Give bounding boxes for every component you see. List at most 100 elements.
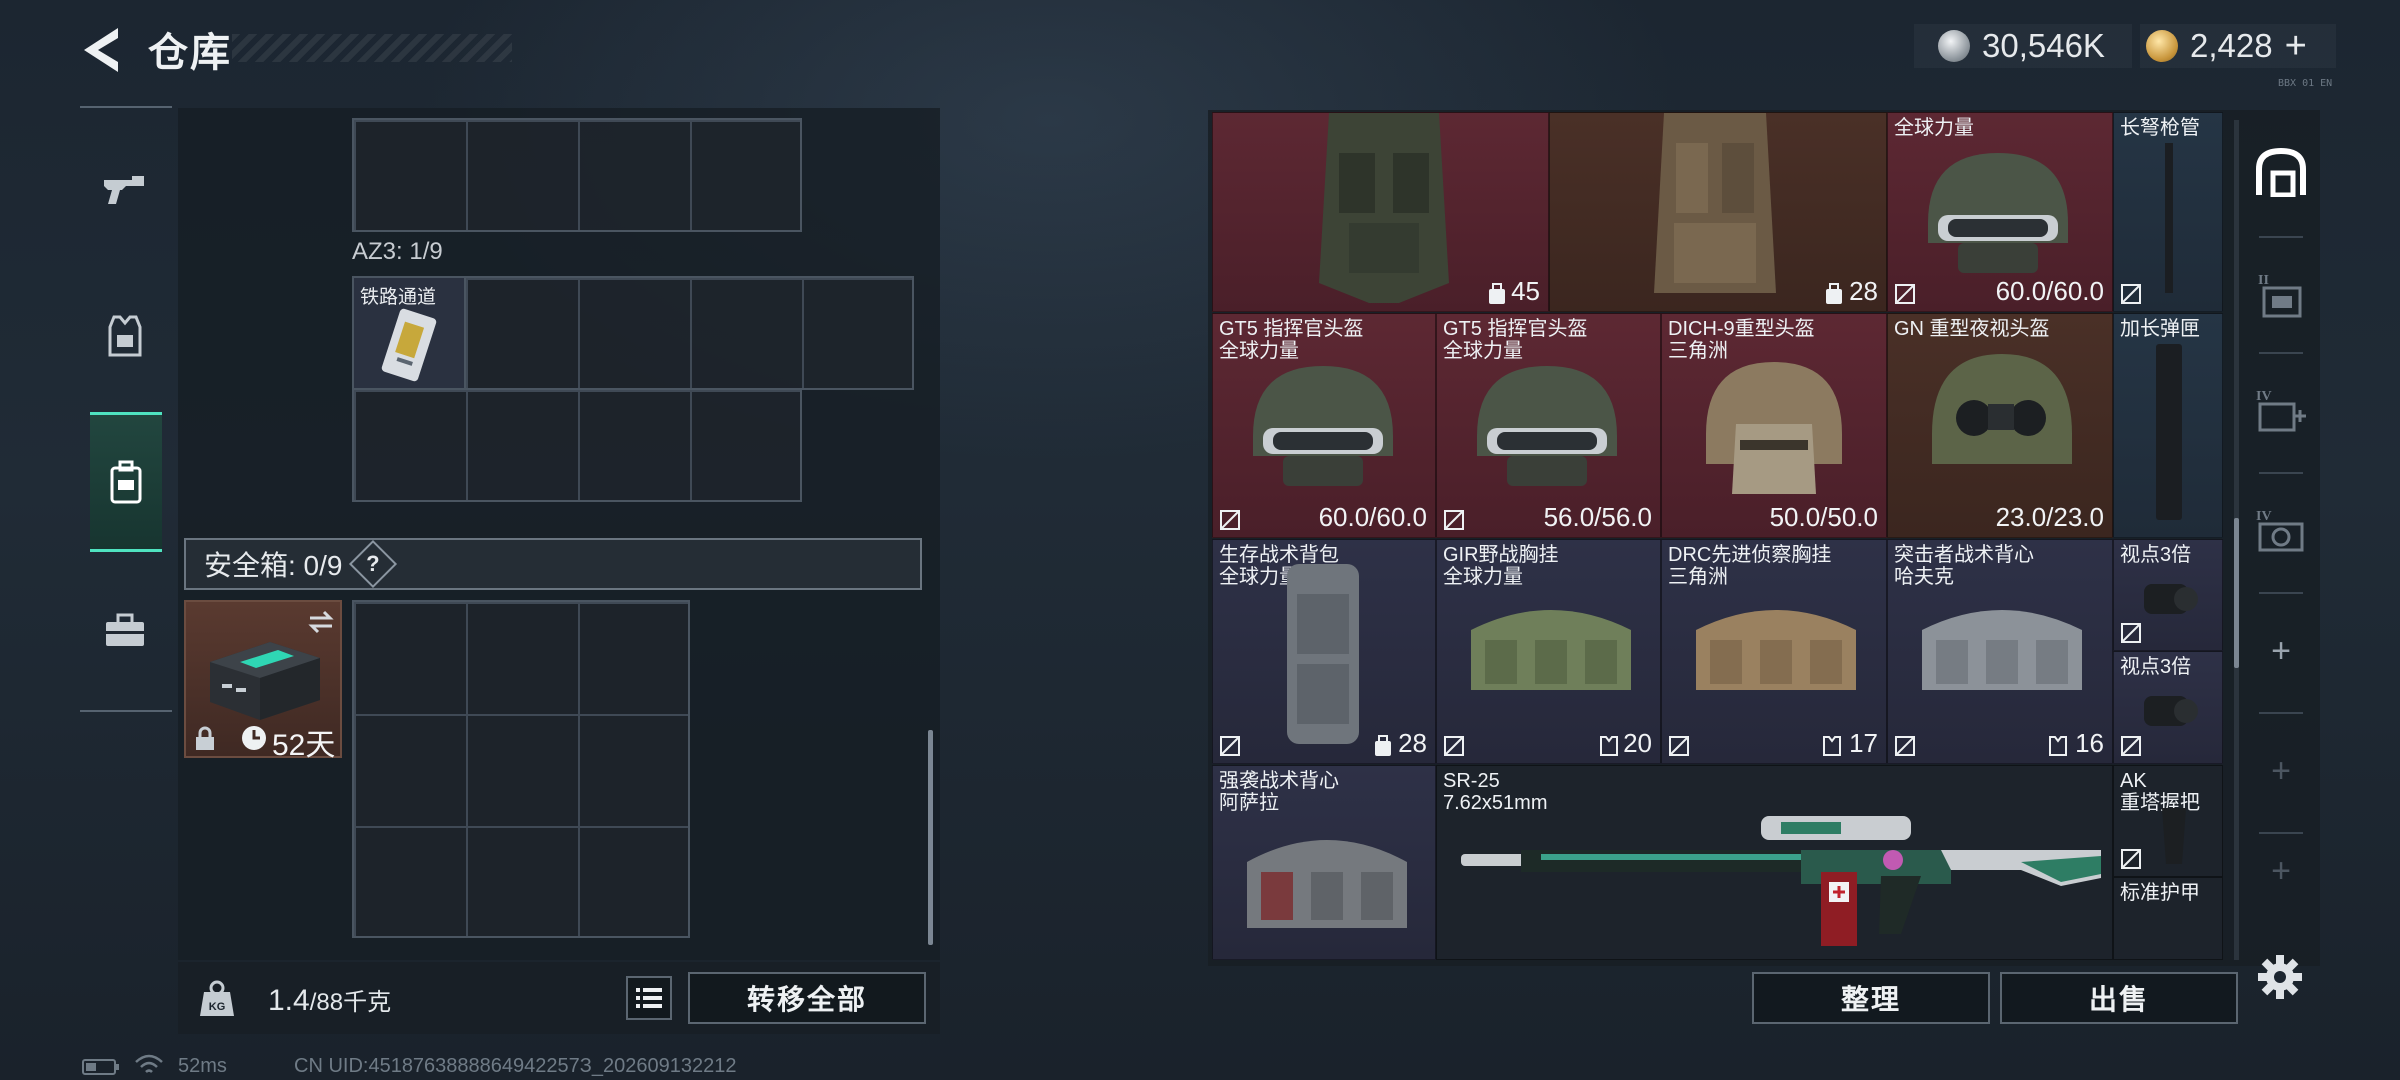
tab-IV-medkit[interactable]: IV [2245,356,2317,466]
helmet-picture [1477,366,1617,486]
stash-item-drc-chest-rig[interactable]: DRC先进侦察胸挂 三角洲 17 [1661,539,1887,764]
gear-icon [2258,955,2302,999]
stash-item-gir-chest-rig[interactable]: GIR野战胸挂 全球力量 20 [1436,539,1661,764]
capacity-value: 17 [1849,728,1878,758]
grip-picture [2162,808,2186,864]
chest-rig-picture [1247,840,1407,928]
stash-item-assault-vest[interactable]: 突击者战术背心 哈夫克 16 [1887,539,2113,764]
stash-scroll-thumb[interactable] [2234,518,2239,668]
stash-item-scope-3x-1[interactable]: 视点3倍 [2113,539,2223,651]
durability-value: 56.0/56.0 [1543,502,1652,532]
item-title: SR-25 [1443,770,1500,792]
add-gold-button[interactable]: + [2285,25,2307,68]
no-trade-icon [2121,284,2141,304]
az3-grid-row2[interactable] [352,388,802,502]
capacity-value: 45 [1511,276,1540,306]
vest-slot-icon [1600,736,1618,756]
durability-value: 60.0/60.0 [1995,276,2104,306]
corner-code: BBX 01 EN [2278,78,2333,89]
page-title: 仓库 [148,31,232,75]
rail-divider [80,106,172,108]
tab-IV-camera-icon: IV [2256,509,2304,552]
item-faction: 哈夫克 [1894,566,1954,588]
tab-stash-home[interactable] [2245,112,2317,232]
stash-item-ak-grip[interactable]: AK 重塔握把 [2113,765,2223,877]
weight-current: 1.4 [268,984,310,1017]
item-title: DICH-9重型头盔 [1668,318,1815,340]
weight-max: /88千克 [309,989,392,1016]
uid: CN UID:4518763888864942257З_202609132212 [294,1055,737,1077]
transfer-all-button[interactable]: 转移全部 [688,972,926,1024]
no-trade-icon [1220,510,1240,530]
stash-item-long-barrel[interactable]: 长弩枪管 [2113,112,2223,312]
stash-item-vest-camo[interactable]: 28 [1549,112,1887,312]
battery-icon [82,1058,122,1076]
sort-button[interactable]: 整理 [1752,972,1990,1024]
access-card-icon [381,308,437,382]
item-title: DRC先进侦察胸挂 [1668,544,1832,566]
stash-item-standard-armor[interactable]: 标准护甲 [2113,877,2223,960]
container-grid-top[interactable] [352,118,802,232]
item-title: GIR野战胸挂 [1443,544,1559,566]
help-button[interactable]: ? [349,539,398,589]
help-icon: ? [366,550,381,576]
swap-icon[interactable] [306,610,336,634]
chest-rig-picture [1922,610,2082,690]
inventory-scrollbar[interactable] [928,730,933,945]
chest-rig-picture [1696,610,1856,690]
armor-icon [108,315,142,357]
category-backpack[interactable] [90,412,162,552]
helmet-picture [1253,366,1393,486]
item-faction: 阿萨拉 [1219,792,1279,814]
settings-button[interactable] [2258,955,2302,999]
stash-item-vest-green[interactable]: 45 [1212,112,1549,312]
stash-item-survival-backpack[interactable]: 生存战术背包 全球力量 28 [1212,539,1436,764]
tab-IV-medkit-icon: IV [2256,389,2306,432]
capacity-icon [1826,283,1842,304]
rifle-picture [1461,816,2101,946]
add-tab-button[interactable]: + [2245,596,2317,706]
gold-currency: 2,428 + [2140,24,2336,68]
item-title: AK [2120,770,2147,792]
category-cases[interactable] [90,590,160,670]
sell-button[interactable]: 出售 [2000,972,2238,1024]
back-button[interactable] [78,24,124,76]
gold-amount: 2,428 [2190,27,2273,64]
item-railway-pass[interactable]: 铁路通道 [352,276,466,390]
stash-item-scope-3x-2[interactable]: 视点3倍 [2113,651,2223,764]
item-name: 视点3倍 [2120,544,2192,566]
no-trade-icon [1220,736,1240,756]
tab-IV-camera[interactable]: IV [2245,476,2317,586]
svg-text:IV: IV [2256,509,2272,524]
item-title: GN 重型夜视头盔 [1894,318,2050,340]
capacity-value: 28 [1398,728,1427,758]
stash-item-assault-vest-asala[interactable]: 强袭战术背心 阿萨拉 [1212,765,1436,960]
capacity-value: 16 [2075,728,2104,758]
capacity-value: 20 [1623,728,1652,758]
item-name: GIR野战胸挂 全球力量 [1443,544,1559,588]
no-trade-icon [2121,736,2141,756]
no-trade-icon [2121,623,2141,643]
list-view-button[interactable] [626,976,672,1020]
silver-currency: 30,546K [1914,24,2132,68]
safe-box-item[interactable]: 52天 [184,600,342,762]
add-tab-button[interactable]: + [2245,716,2317,826]
stash-item-gt5-helmet-1[interactable]: GT5 指挥官头盔 全球力量 60.0/60.0 [1212,313,1436,538]
item-title: GT5 指挥官头盔 [1219,318,1364,340]
rail-divider [80,710,172,712]
no-trade-icon [1444,736,1464,756]
chest-rig-picture [1471,610,1631,690]
tab-II[interactable]: II [2245,240,2317,350]
stash-item-helmet-top[interactable]: 全球力量 60.0/60.0 [1887,112,2113,312]
stash-item-gn-nv-helmet[interactable]: GN 重型夜视头盔 23.0/23.0 [1887,313,2113,538]
category-weapons[interactable] [90,150,160,230]
stash-item-extended-mag[interactable]: 加长弹匣 [2113,313,2223,538]
add-tab-button[interactable]: + [2245,836,2317,906]
stash-item-dich9-helmet[interactable]: DICH-9重型头盔 三角洲 50.0/50.0 [1661,313,1887,538]
svg-text:KG: KG [209,1001,226,1013]
magazine-picture [2156,344,2182,520]
category-armor[interactable] [90,296,160,376]
stash-item-sr25-rifle[interactable]: SR-25 7.62x51mm [1436,765,2113,960]
stash-item-gt5-helmet-2[interactable]: GT5 指挥官头盔 全球力量 56.0/56.0 [1436,313,1661,538]
safe-box-grid[interactable] [352,600,690,938]
